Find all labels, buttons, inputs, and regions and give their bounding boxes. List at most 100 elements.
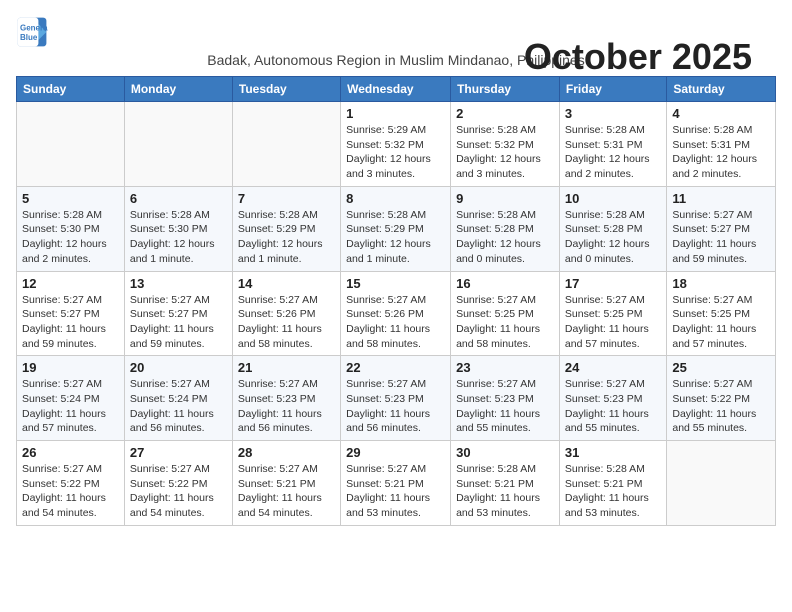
calendar-cell bbox=[232, 102, 340, 187]
calendar-cell: 8 Sunrise: 5:28 AM Sunset: 5:29 PM Daylig… bbox=[341, 186, 451, 271]
col-header-friday: Friday bbox=[559, 77, 666, 102]
col-header-thursday: Thursday bbox=[451, 77, 560, 102]
calendar-cell: 28 Sunrise: 5:27 AM Sunset: 5:21 PM Dayli… bbox=[232, 441, 340, 526]
calendar-cell: 18Sunrise: 5:27 AM Sunset: 5:25 PM Dayli… bbox=[667, 271, 776, 356]
calendar-cell: 3 Sunrise: 5:28 AM Sunset: 5:31 PM Daylig… bbox=[559, 102, 666, 187]
day-info: Sunrise: 5:27 AM Sunset: 5:21 PM Dayligh… bbox=[238, 462, 335, 521]
day-number: 21 bbox=[238, 360, 335, 375]
day-number: 28 bbox=[238, 445, 335, 460]
day-info: Sunrise: 5:29 AM Sunset: 5:32 PM Dayligh… bbox=[346, 123, 445, 182]
week-row-3: 19 Sunrise: 5:27 AM Sunset: 5:24 PM Dayli… bbox=[17, 356, 776, 441]
calendar-cell: 20Sunrise: 5:27 AM Sunset: 5:24 PM Dayli… bbox=[124, 356, 232, 441]
day-info: Sunrise: 5:27 AM Sunset: 5:24 PM Dayligh… bbox=[130, 377, 227, 436]
calendar-cell: 4 Sunrise: 5:28 AM Sunset: 5:31 PM Daylig… bbox=[667, 102, 776, 187]
day-number: 26 bbox=[22, 445, 119, 460]
day-info: Sunrise: 5:27 AM Sunset: 5:27 PM Dayligh… bbox=[130, 293, 227, 352]
week-row-4: 26 Sunrise: 5:27 AM Sunset: 5:22 PM Dayli… bbox=[17, 441, 776, 526]
calendar-cell: 31 Sunrise: 5:28 AM Sunset: 5:21 PM Dayli… bbox=[559, 441, 666, 526]
calendar-cell: 12Sunrise: 5:27 AM Sunset: 5:27 PM Dayli… bbox=[17, 271, 125, 356]
day-number: 19 bbox=[22, 360, 119, 375]
day-number: 31 bbox=[565, 445, 661, 460]
title-section: October 2025 bbox=[524, 36, 752, 78]
day-info: Sunrise: 5:28 AM Sunset: 5:21 PM Dayligh… bbox=[456, 462, 554, 521]
day-info: Sunrise: 5:28 AM Sunset: 5:31 PM Dayligh… bbox=[565, 123, 661, 182]
col-header-wednesday: Wednesday bbox=[341, 77, 451, 102]
day-number: 14 bbox=[238, 276, 335, 291]
calendar-cell: 9 Sunrise: 5:28 AM Sunset: 5:28 PM Daylig… bbox=[451, 186, 560, 271]
calendar-cell: 25 Sunrise: 5:27 AM Sunset: 5:22 PM Dayli… bbox=[667, 356, 776, 441]
day-number: 17 bbox=[565, 276, 661, 291]
calendar-cell: 30 Sunrise: 5:28 AM Sunset: 5:21 PM Dayli… bbox=[451, 441, 560, 526]
calendar-cell bbox=[667, 441, 776, 526]
day-number: 7 bbox=[238, 191, 335, 206]
day-info: Sunrise: 5:28 AM Sunset: 5:30 PM Dayligh… bbox=[130, 208, 227, 267]
day-info: Sunrise: 5:27 AM Sunset: 5:22 PM Dayligh… bbox=[130, 462, 227, 521]
day-info: Sunrise: 5:27 AM Sunset: 5:22 PM Dayligh… bbox=[672, 377, 770, 436]
calendar-cell: 16 Sunrise: 5:27 AM Sunset: 5:25 PM Dayli… bbox=[451, 271, 560, 356]
day-info: Sunrise: 5:27 AM Sunset: 5:23 PM Dayligh… bbox=[346, 377, 445, 436]
day-number: 15 bbox=[346, 276, 445, 291]
day-number: 8 bbox=[346, 191, 445, 206]
day-number: 6 bbox=[130, 191, 227, 206]
day-info: Sunrise: 5:28 AM Sunset: 5:30 PM Dayligh… bbox=[22, 208, 119, 267]
day-number: 29 bbox=[346, 445, 445, 460]
top-area: General Blue October 2025 Badak, Autonom… bbox=[16, 16, 776, 68]
day-info: Sunrise: 5:28 AM Sunset: 5:21 PM Dayligh… bbox=[565, 462, 661, 521]
day-number: 16 bbox=[456, 276, 554, 291]
col-header-tuesday: Tuesday bbox=[232, 77, 340, 102]
calendar-cell: 5Sunrise: 5:28 AM Sunset: 5:30 PM Daylig… bbox=[17, 186, 125, 271]
calendar-cell: 23 Sunrise: 5:27 AM Sunset: 5:23 PM Dayli… bbox=[451, 356, 560, 441]
calendar-cell: 11 Sunrise: 5:27 AM Sunset: 5:27 PM Dayli… bbox=[667, 186, 776, 271]
day-number: 9 bbox=[456, 191, 554, 206]
day-info: Sunrise: 5:28 AM Sunset: 5:29 PM Dayligh… bbox=[238, 208, 335, 267]
calendar-cell: 24Sunrise: 5:27 AM Sunset: 5:23 PM Dayli… bbox=[559, 356, 666, 441]
svg-text:General: General bbox=[20, 23, 48, 32]
week-row-2: 12Sunrise: 5:27 AM Sunset: 5:27 PM Dayli… bbox=[17, 271, 776, 356]
calendar-cell: 27 Sunrise: 5:27 AM Sunset: 5:22 PM Dayli… bbox=[124, 441, 232, 526]
calendar-cell bbox=[124, 102, 232, 187]
day-info: Sunrise: 5:27 AM Sunset: 5:23 PM Dayligh… bbox=[565, 377, 661, 436]
calendar-cell: 13 Sunrise: 5:27 AM Sunset: 5:27 PM Dayli… bbox=[124, 271, 232, 356]
day-number: 2 bbox=[456, 106, 554, 121]
day-info: Sunrise: 5:28 AM Sunset: 5:31 PM Dayligh… bbox=[672, 123, 770, 182]
day-number: 25 bbox=[672, 360, 770, 375]
calendar-cell bbox=[17, 102, 125, 187]
day-info: Sunrise: 5:28 AM Sunset: 5:28 PM Dayligh… bbox=[565, 208, 661, 267]
day-info: Sunrise: 5:27 AM Sunset: 5:23 PM Dayligh… bbox=[456, 377, 554, 436]
calendar-cell: 7 Sunrise: 5:28 AM Sunset: 5:29 PM Daylig… bbox=[232, 186, 340, 271]
day-info: Sunrise: 5:27 AM Sunset: 5:22 PM Dayligh… bbox=[22, 462, 119, 521]
day-number: 22 bbox=[346, 360, 445, 375]
calendar-cell: 6 Sunrise: 5:28 AM Sunset: 5:30 PM Daylig… bbox=[124, 186, 232, 271]
day-number: 30 bbox=[456, 445, 554, 460]
day-number: 23 bbox=[456, 360, 554, 375]
day-info: Sunrise: 5:28 AM Sunset: 5:29 PM Dayligh… bbox=[346, 208, 445, 267]
col-header-sunday: Sunday bbox=[17, 77, 125, 102]
day-info: Sunrise: 5:27 AM Sunset: 5:24 PM Dayligh… bbox=[22, 377, 119, 436]
calendar-cell: 15Sunrise: 5:27 AM Sunset: 5:26 PM Dayli… bbox=[341, 271, 451, 356]
logo-icon: General Blue bbox=[16, 16, 48, 48]
day-number: 11 bbox=[672, 191, 770, 206]
day-number: 1 bbox=[346, 106, 445, 121]
day-info: Sunrise: 5:27 AM Sunset: 5:27 PM Dayligh… bbox=[672, 208, 770, 267]
calendar-cell: 14 Sunrise: 5:27 AM Sunset: 5:26 PM Dayli… bbox=[232, 271, 340, 356]
calendar-cell: 1 Sunrise: 5:29 AM Sunset: 5:32 PM Daylig… bbox=[341, 102, 451, 187]
day-info: Sunrise: 5:27 AM Sunset: 5:21 PM Dayligh… bbox=[346, 462, 445, 521]
day-info: Sunrise: 5:27 AM Sunset: 5:26 PM Dayligh… bbox=[238, 293, 335, 352]
week-row-1: 5Sunrise: 5:28 AM Sunset: 5:30 PM Daylig… bbox=[17, 186, 776, 271]
calendar-table: SundayMondayTuesdayWednesdayThursdayFrid… bbox=[16, 76, 776, 526]
col-header-saturday: Saturday bbox=[667, 77, 776, 102]
calendar-body: 1 Sunrise: 5:29 AM Sunset: 5:32 PM Daylig… bbox=[17, 102, 776, 526]
day-number: 13 bbox=[130, 276, 227, 291]
calendar-cell: 29 Sunrise: 5:27 AM Sunset: 5:21 PM Dayli… bbox=[341, 441, 451, 526]
day-info: Sunrise: 5:28 AM Sunset: 5:32 PM Dayligh… bbox=[456, 123, 554, 182]
week-row-0: 1 Sunrise: 5:29 AM Sunset: 5:32 PM Daylig… bbox=[17, 102, 776, 187]
day-info: Sunrise: 5:27 AM Sunset: 5:25 PM Dayligh… bbox=[672, 293, 770, 352]
day-number: 4 bbox=[672, 106, 770, 121]
day-number: 3 bbox=[565, 106, 661, 121]
day-info: Sunrise: 5:28 AM Sunset: 5:28 PM Dayligh… bbox=[456, 208, 554, 267]
day-info: Sunrise: 5:27 AM Sunset: 5:25 PM Dayligh… bbox=[456, 293, 554, 352]
day-info: Sunrise: 5:27 AM Sunset: 5:25 PM Dayligh… bbox=[565, 293, 661, 352]
day-number: 27 bbox=[130, 445, 227, 460]
day-number: 10 bbox=[565, 191, 661, 206]
month-title: October 2025 bbox=[524, 36, 752, 78]
